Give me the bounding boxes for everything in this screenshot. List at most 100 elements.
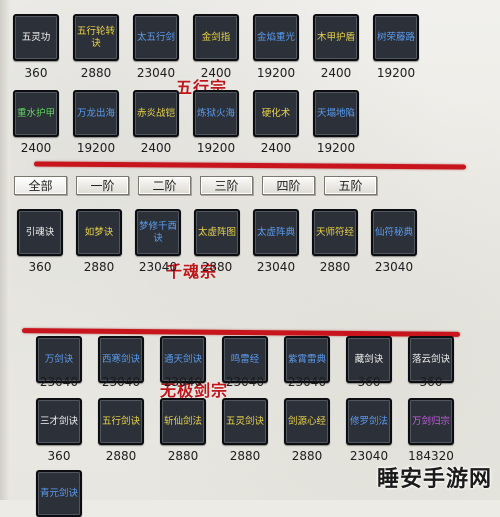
skill-card[interactable]: 五灵剑诀 xyxy=(222,398,268,445)
skill-cost: 23040 xyxy=(256,260,296,274)
skill-name: 万剑诀 xyxy=(44,353,74,365)
tab-all[interactable]: 全部 xyxy=(14,176,67,195)
skill-name: 三才剑诀 xyxy=(39,415,78,427)
skill-cost: 23040 xyxy=(138,260,178,274)
skill-cost: 2880 xyxy=(291,449,323,463)
site-watermark: 睡安手游网 xyxy=(376,467,492,492)
skill-name: 天师符经 xyxy=(315,226,354,238)
skill-cost: 19200 xyxy=(316,141,356,155)
skill-name: 树荣藤路 xyxy=(376,31,415,43)
skill-cost: 23040 xyxy=(374,260,414,274)
skill-cost: 2400 xyxy=(140,141,172,155)
skill-card[interactable]: 引魂诀 xyxy=(17,209,63,256)
skill-card[interactable]: 树荣藤路 xyxy=(373,14,419,61)
skill-card[interactable]: 如梦诀 xyxy=(76,209,122,256)
skill-cost: 23040 xyxy=(101,375,141,389)
skill-name: 梦修千酉诀 xyxy=(138,220,177,244)
skill-name: 修罗剑法 xyxy=(349,415,388,427)
skill-card[interactable]: 重水护甲 xyxy=(13,90,59,137)
skill-name: 万剑归宗 xyxy=(411,415,450,427)
skill-name: 炼狱火海 xyxy=(196,107,235,119)
skill-card[interactable]: 万龙出海 xyxy=(73,90,119,137)
tab-tier-1[interactable]: 一阶 xyxy=(76,176,129,195)
skill-name: 仙符秘典 xyxy=(374,226,413,238)
skill-cost: 2400 xyxy=(20,141,52,155)
skill-cost: 2880 xyxy=(83,260,115,274)
skill-cost: 23040 xyxy=(225,375,265,389)
skill-cost: 19200 xyxy=(196,141,236,155)
skill-card[interactable]: 金剑指 xyxy=(193,14,239,61)
skill-card[interactable]: 太五行剑 xyxy=(133,14,179,61)
skill-cost: 2880 xyxy=(80,66,112,80)
skill-name: 金焰重光 xyxy=(256,31,295,43)
skill-name: 五行轮转诀 xyxy=(76,25,115,49)
skill-cost: 19200 xyxy=(256,66,296,80)
skill-name: 引魂诀 xyxy=(25,226,55,238)
skill-name: 青元剑诀 xyxy=(39,487,78,499)
skill-name: 天塌地陷 xyxy=(316,107,355,119)
skill-cost: 23040 xyxy=(39,375,79,389)
skill-name: 五灵剑诀 xyxy=(225,415,264,427)
skill-card[interactable]: 五行轮转诀 xyxy=(73,14,119,61)
skill-name: 重水护甲 xyxy=(16,107,55,119)
skill-cost: 2880 xyxy=(229,449,261,463)
skill-cost: 360 xyxy=(419,375,443,389)
skill-cost: 2880 xyxy=(201,260,233,274)
skill-card[interactable]: 硬化术 xyxy=(253,90,299,137)
skill-name: 五行剑诀 xyxy=(101,415,140,427)
tab-tier-2[interactable]: 二阶 xyxy=(138,176,191,195)
skill-card[interactable]: 仙符秘典 xyxy=(371,209,417,256)
skill-card[interactable]: 三才剑诀 xyxy=(36,398,82,445)
skill-cost: 2400 xyxy=(260,141,292,155)
skill-cost: 19200 xyxy=(76,141,116,155)
skill-cost: 360 xyxy=(47,449,71,463)
skill-card[interactable]: 修罗剑法 xyxy=(346,398,392,445)
skill-cost: 23040 xyxy=(287,375,327,389)
skill-name: 通天剑诀 xyxy=(163,353,202,365)
skill-cost: 2400 xyxy=(320,66,352,80)
skill-cost: 2880 xyxy=(319,260,351,274)
skill-cost: 360 xyxy=(357,375,381,389)
skill-cost: 360 xyxy=(28,260,52,274)
skill-card[interactable]: 太虚阵图 xyxy=(194,209,240,256)
skill-card[interactable]: 万剑归宗 xyxy=(408,398,454,445)
skill-card[interactable]: 天塌地陷 xyxy=(313,90,359,137)
skill-card[interactable]: 五行剑诀 xyxy=(98,398,144,445)
skill-card[interactable]: 金焰重光 xyxy=(253,14,299,61)
skill-name: 如梦诀 xyxy=(84,226,114,238)
tab-tier-4[interactable]: 四阶 xyxy=(262,176,315,195)
skill-cost: 2400 xyxy=(200,66,232,80)
skill-name: 太虚阵图 xyxy=(197,226,236,238)
skill-card[interactable]: 五灵功 xyxy=(13,14,59,61)
skill-cost: 23040 xyxy=(136,66,176,80)
skill-name: 斩仙剑法 xyxy=(163,415,202,427)
skill-card[interactable]: 梦修千酉诀 xyxy=(135,209,181,256)
skill-card[interactable]: 青元剑诀 xyxy=(36,470,82,517)
skill-cost: 2880 xyxy=(105,449,137,463)
skill-name: 鸣雷经 xyxy=(230,353,260,365)
skill-name: 剑源心经 xyxy=(287,415,326,427)
skill-name: 紫霄雷典 xyxy=(287,353,326,365)
skill-cost: 19200 xyxy=(376,66,416,80)
tab-tier-3[interactable]: 三阶 xyxy=(200,176,253,195)
skill-card[interactable]: 天师符经 xyxy=(312,209,358,256)
skill-card[interactable]: 剑源心经 xyxy=(284,398,330,445)
skill-name: 硬化术 xyxy=(261,107,291,119)
skill-card[interactable]: 炼狱火海 xyxy=(193,90,239,137)
skill-name: 金剑指 xyxy=(201,31,231,43)
skill-name: 木甲护盾 xyxy=(316,31,355,43)
skill-card[interactable]: 斩仙剑法 xyxy=(160,398,206,445)
skill-cost: 23040 xyxy=(163,375,203,389)
skill-name: 藏剑诀 xyxy=(354,353,384,365)
skill-name: 五灵功 xyxy=(21,31,51,43)
tab-tier-5[interactable]: 五阶 xyxy=(324,176,377,195)
skill-card[interactable]: 木甲护盾 xyxy=(313,14,359,61)
skill-cost: 360 xyxy=(24,66,48,80)
skill-cost: 2880 xyxy=(167,449,199,463)
skill-name: 赤炎战铠 xyxy=(136,107,175,119)
skill-name: 西寒剑诀 xyxy=(101,353,140,365)
skill-card[interactable]: 太虚阵典 xyxy=(253,209,299,256)
skill-card[interactable]: 赤炎战铠 xyxy=(133,90,179,137)
skill-name: 落云剑诀 xyxy=(411,353,450,365)
skill-name: 太虚阵典 xyxy=(256,226,295,238)
